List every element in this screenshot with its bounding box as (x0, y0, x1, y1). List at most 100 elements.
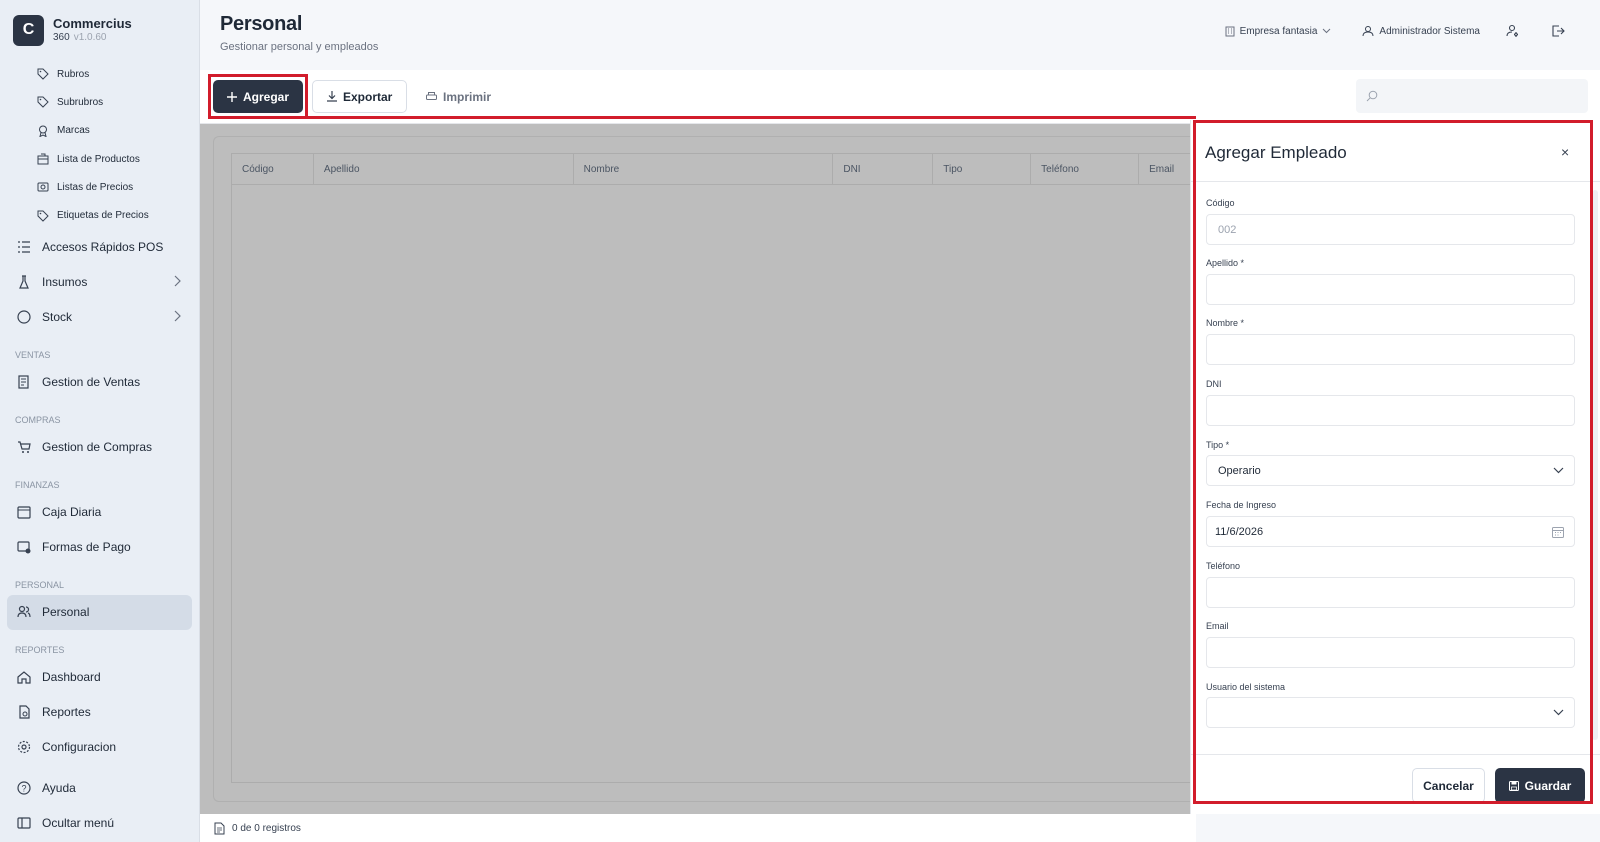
print-button[interactable]: Imprimir (412, 80, 505, 113)
tipo-select[interactable]: Operario (1206, 455, 1575, 486)
apellido-label: Apellido * (1206, 258, 1245, 268)
sidebar-item-dashboard[interactable]: Dashboard (0, 660, 199, 695)
column-header[interactable]: Nombre (574, 154, 834, 185)
tag-icon (36, 95, 50, 109)
nombre-field[interactable] (1206, 334, 1575, 365)
drawer-scrollbar[interactable] (1592, 190, 1598, 740)
sidebar-item-label: Dashboard (42, 670, 101, 685)
dni-field[interactable] (1206, 395, 1575, 426)
sidebar-item-label: Ayuda (42, 781, 76, 796)
sidebar-item-ocultar-menu[interactable]: Ocultar menú (0, 806, 199, 841)
apellido-field[interactable] (1206, 274, 1575, 305)
sidebar-item-lista-productos[interactable]: Lista de Productos (0, 145, 199, 173)
flask-icon (16, 274, 32, 290)
sidebar-item-label: Reportes (42, 705, 91, 720)
brand: C Commercius 360 v1.0.60 (0, 0, 199, 60)
svg-text:?: ? (21, 784, 26, 794)
document-icon (214, 822, 225, 834)
logout-icon (1552, 25, 1565, 37)
tipo-value: Operario (1218, 464, 1261, 477)
add-button[interactable]: Agregar (213, 80, 304, 113)
user-cog-icon (1506, 24, 1518, 37)
codigo-label: Código (1206, 198, 1235, 208)
column-header[interactable]: Email (1139, 154, 1197, 185)
home-icon (16, 669, 32, 685)
sidebar-item-rubros[interactable]: Rubros (0, 60, 199, 88)
fecha-ingreso-field[interactable]: 11/6/2026 (1206, 516, 1575, 547)
export-button-label: Exportar (343, 89, 393, 104)
sidebar-item-caja-diaria[interactable]: Caja Diaria (0, 495, 199, 530)
chevron-down-icon (1323, 28, 1331, 34)
table-card: Código Apellido Nombre DNI Tipo Teléfono… (213, 136, 1197, 802)
logout-button[interactable] (1551, 24, 1570, 38)
circle-icon (16, 309, 32, 325)
save-button[interactable]: Guardar (1495, 768, 1585, 803)
table-header: Código Apellido Nombre DNI Tipo Teléfono… (232, 154, 1197, 185)
sidebar-item-listas-precios[interactable]: Listas de Precios (0, 173, 199, 201)
cart-icon (16, 439, 32, 455)
sidebar-item-ayuda[interactable]: ? Ayuda (0, 771, 199, 806)
sidebar-item-label: Gestion de Compras (42, 440, 153, 455)
sidebar-item-label: Caja Diaria (42, 505, 102, 520)
app-version: v1.0.60 (73, 31, 107, 43)
award-icon (36, 124, 50, 138)
sidebar-item-personal[interactable]: Personal (7, 594, 192, 630)
user-name: Administrador Sistema (1379, 25, 1480, 37)
sidebar-item-subrubros[interactable]: Subrubros (0, 88, 199, 116)
app-sub: 360 (53, 31, 70, 43)
search-input[interactable] (1356, 79, 1588, 113)
chevron-right-icon (173, 310, 181, 325)
user-settings-button[interactable] (1506, 24, 1525, 38)
brand-logo: C (13, 14, 44, 46)
list-icon (16, 239, 32, 255)
page-title: Personal (220, 13, 303, 35)
email-field[interactable] (1206, 637, 1575, 668)
sidebar-item-accesos-rapidos[interactable]: Accesos Rápidos POS (0, 230, 199, 265)
section-compras: COMPRAS (15, 414, 61, 425)
column-header[interactable]: Teléfono (1031, 154, 1140, 185)
sidebar-item-stock[interactable]: Stock (0, 300, 199, 335)
column-header[interactable]: Código (232, 154, 314, 185)
sidebar-item-gestion-ventas[interactable]: Gestion de Ventas (0, 365, 199, 400)
dni-label: DNI (1206, 379, 1222, 389)
sidebar-item-formas-pago[interactable]: Formas de Pago (0, 530, 199, 565)
telefono-field[interactable] (1206, 577, 1575, 608)
cancel-button[interactable]: Cancelar (1412, 768, 1485, 803)
sidebar-item-label: Rubros (57, 68, 90, 80)
telefono-label: Teléfono (1206, 561, 1241, 571)
column-header[interactable]: DNI (833, 154, 934, 185)
tipo-label: Tipo * (1206, 440, 1230, 450)
export-button[interactable]: Exportar (312, 80, 408, 113)
sidebar-item-reportes[interactable]: Reportes (0, 695, 199, 730)
close-icon[interactable]: × (1561, 144, 1569, 160)
print-button-label: Imprimir (443, 89, 492, 104)
tag-icon (36, 209, 50, 223)
save-icon (1508, 780, 1519, 791)
sidebar-item-label: Gestion de Ventas (42, 375, 141, 390)
column-header[interactable]: Tipo (933, 154, 1032, 185)
usuario-select[interactable] (1206, 697, 1575, 728)
receipt-icon (16, 374, 32, 390)
codigo-field[interactable]: 002 (1206, 214, 1575, 245)
company-name: Empresa fantasia (1239, 25, 1318, 37)
sidebar-item-gestion-compras[interactable]: Gestion de Compras (0, 430, 199, 465)
calendar-icon[interactable] (1552, 526, 1564, 541)
sidebar-item-marcas[interactable]: Marcas (0, 117, 199, 145)
boxes-icon (36, 152, 50, 166)
save-button-label: Guardar (1524, 778, 1572, 793)
nombre-label: Nombre * (1206, 318, 1245, 328)
sidebar-item-configuracion[interactable]: Configuracion (0, 730, 199, 765)
company-selector[interactable]: Empresa fantasia (1225, 26, 1337, 37)
printer-icon (426, 91, 437, 100)
column-header[interactable]: Apellido (314, 154, 574, 185)
gear-icon (16, 739, 32, 755)
add-button-label: Agregar (243, 89, 290, 104)
section-reportes: REPORTES (15, 644, 65, 655)
user-menu[interactable]: Administrador Sistema (1362, 25, 1480, 37)
sidebar-item-label: Marcas (57, 125, 90, 137)
sidebar-item-etiquetas-precios[interactable]: Etiquetas de Precios (0, 201, 199, 229)
sidebar-item-insumos[interactable]: Insumos (0, 265, 199, 300)
app-name: Commercius (53, 15, 132, 31)
add-employee-drawer: Agregar Empleado × Código 002 Apellido *… (1190, 120, 1600, 814)
records-count: 0 de 0 registros (232, 822, 301, 834)
